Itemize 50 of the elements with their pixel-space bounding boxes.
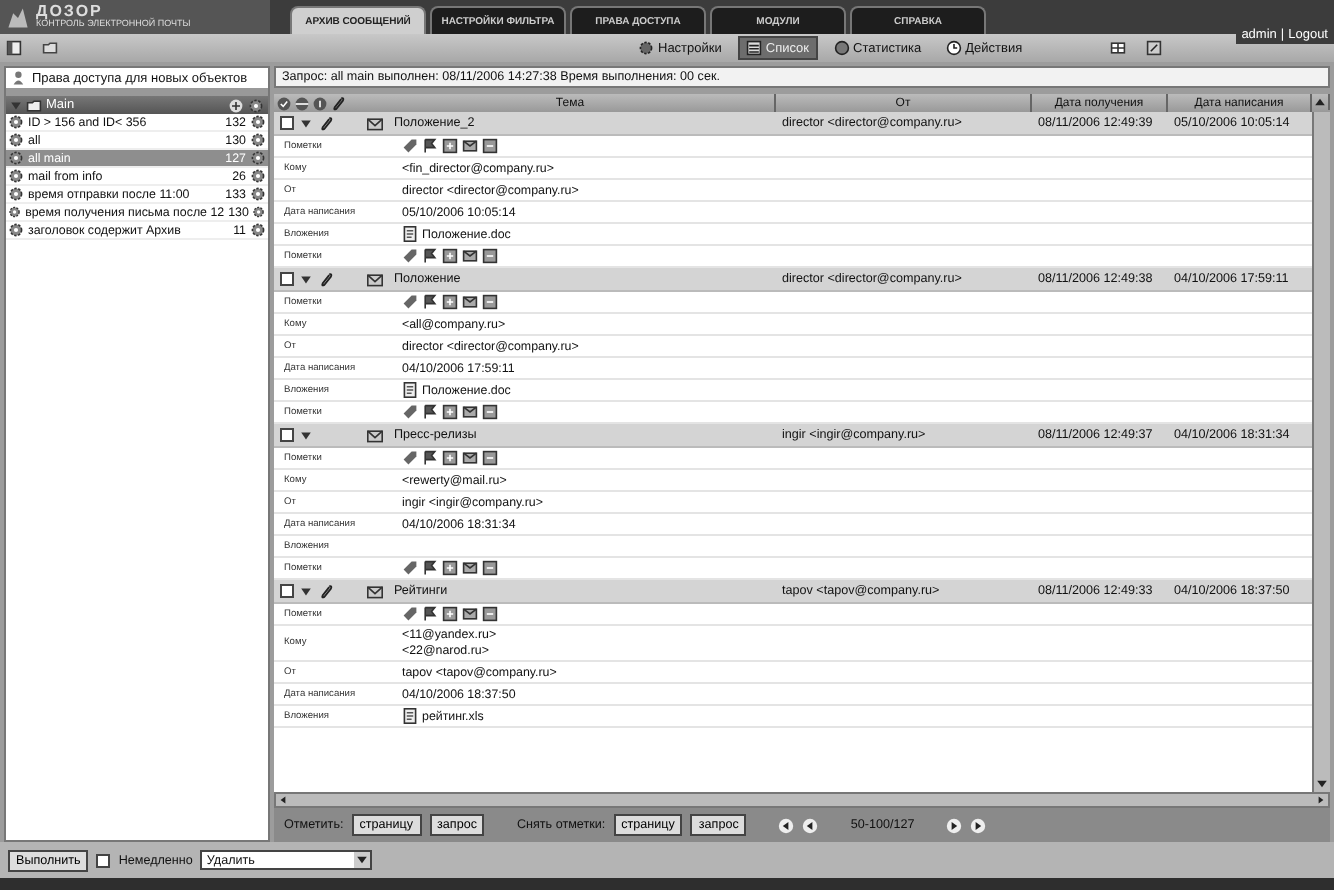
envelope-icon (366, 427, 384, 443)
envelope-icon (462, 404, 478, 420)
flag-icon (422, 138, 438, 154)
row-checkbox[interactable] (280, 272, 294, 286)
row-checkbox[interactable] (280, 584, 294, 598)
envelope-icon (462, 294, 478, 310)
horizontal-scrollbar[interactable] (274, 792, 1330, 808)
flag-icon (422, 404, 438, 420)
last-page-icon[interactable] (970, 817, 987, 833)
row-checkbox[interactable] (280, 428, 294, 442)
tag-icon (402, 404, 418, 420)
tag-icon (402, 560, 418, 576)
vertical-scrollbar[interactable] (1312, 112, 1330, 792)
envelope-icon (462, 248, 478, 264)
flag-icon (422, 560, 438, 576)
flag-icon (422, 248, 438, 264)
flag-icon (422, 294, 438, 310)
envelope-icon (462, 138, 478, 154)
expand-arrow-icon[interactable] (300, 117, 312, 129)
expand-arrow-icon[interactable] (300, 273, 312, 285)
tag-icon (402, 248, 418, 264)
row-checkbox[interactable] (280, 116, 294, 130)
first-page-icon[interactable] (778, 817, 795, 833)
envelope-icon (366, 115, 384, 131)
envelope-icon (462, 606, 478, 622)
envelope-icon (462, 560, 478, 576)
expand-arrow-icon[interactable] (300, 429, 312, 441)
table-icon[interactable] (1110, 40, 1127, 56)
add-icon (228, 97, 244, 113)
info-icon (312, 95, 328, 111)
flag-icon (422, 450, 438, 466)
logo-icon (6, 5, 30, 29)
app-title: ДОЗОР (36, 4, 103, 21)
envelope-icon (462, 450, 478, 466)
previous-page-icon[interactable] (802, 817, 819, 833)
immediate-checkbox[interactable] (96, 853, 111, 867)
gear-icon (638, 40, 654, 56)
flag-icon (422, 606, 438, 622)
envelope-icon (366, 271, 384, 287)
next-page-icon[interactable] (946, 817, 963, 833)
folder-icon[interactable] (42, 40, 58, 56)
clock-icon (945, 40, 962, 56)
envelope-icon (366, 583, 384, 599)
scroll-up-icon[interactable] (1312, 94, 1330, 110)
dropdown-arrow-icon[interactable] (354, 852, 371, 868)
check-icon (276, 95, 292, 111)
panel-icon[interactable] (6, 40, 22, 56)
edit-icon[interactable] (1146, 40, 1163, 56)
expand-arrow-icon[interactable] (300, 585, 312, 597)
list-icon (745, 40, 762, 56)
